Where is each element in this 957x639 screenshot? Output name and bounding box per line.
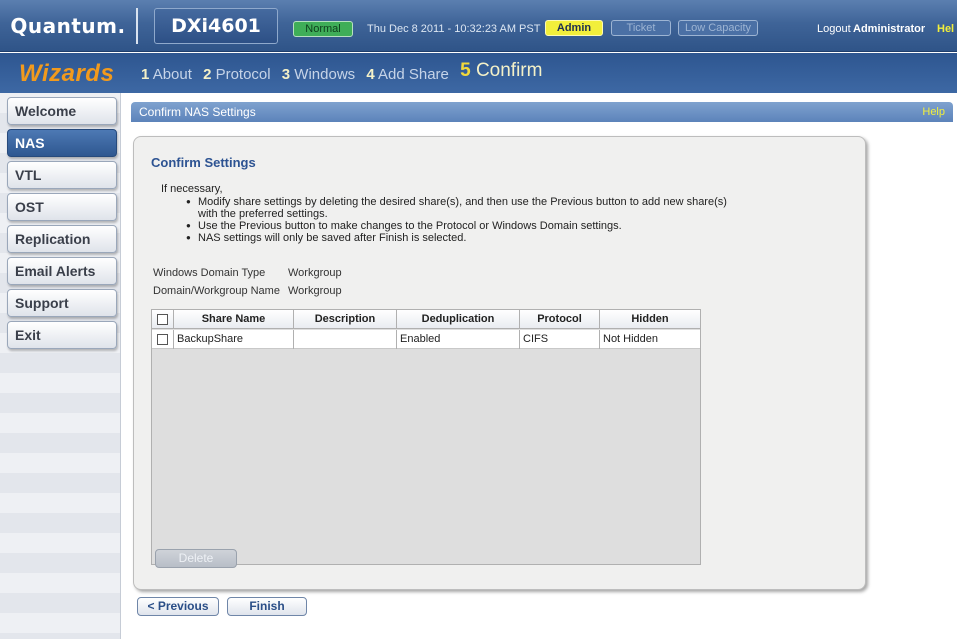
wizard-bar: Wizards 1 About 2 Protocol 3 Windows 4 A…	[0, 53, 957, 93]
cell-hidden: Not Hidden	[603, 333, 659, 345]
domain-name-label: Domain/Workgroup Name	[153, 285, 280, 297]
logout-link[interactable]: Logout	[817, 21, 851, 37]
finish-button[interactable]: Finish	[227, 597, 307, 616]
cell-share-name: BackupShare	[174, 330, 294, 349]
domain-name-row: Domain/Workgroup Name Workgroup	[153, 285, 342, 297]
row-checkbox[interactable]	[157, 334, 168, 345]
low-capacity-badge[interactable]: Low Capacity	[678, 20, 758, 36]
wizard-step-about[interactable]: 1 About	[141, 66, 192, 83]
cell-description	[294, 330, 397, 349]
domain-type-label: Windows Domain Type	[153, 267, 266, 279]
system-datetime: Thu Dec 8 2011 - 10:32:23 AM PST	[367, 23, 541, 35]
column-header-deduplication[interactable]: Deduplication	[397, 310, 520, 329]
column-header-share-name[interactable]: Share Name	[174, 310, 294, 329]
wizard-title: Wizards	[19, 60, 115, 87]
sidebar-item-welcome[interactable]: Welcome	[7, 97, 117, 125]
ticket-badge[interactable]: Ticket	[611, 20, 671, 36]
sidebar-item-email-alerts[interactable]: Email Alerts	[7, 257, 117, 285]
column-header-hidden[interactable]: Hidden	[600, 310, 700, 329]
panel-header: Confirm NAS Settings Help	[131, 102, 953, 122]
sidebar-item-ost[interactable]: OST	[7, 193, 117, 221]
confirm-settings-card: Confirm Settings If necessary, Modify sh…	[133, 136, 866, 590]
model-name: DXi4601	[154, 8, 278, 44]
delete-button[interactable]: Delete	[155, 549, 237, 568]
select-all-checkbox[interactable]	[157, 314, 168, 325]
card-title: Confirm Settings	[151, 155, 256, 170]
sidebar-item-support[interactable]: Support	[7, 289, 117, 317]
sidebar: Welcome NAS VTL OST Replication Email Al…	[0, 93, 121, 639]
domain-type-value: Workgroup	[288, 267, 342, 279]
instruction-item: NAS settings will only be saved after Fi…	[186, 232, 746, 244]
sidebar-item-vtl[interactable]: VTL	[7, 161, 117, 189]
previous-button[interactable]: < Previous	[137, 597, 219, 616]
cell-deduplication: Enabled	[397, 330, 520, 349]
cell-protocol: CIFS	[520, 330, 600, 349]
wizard-steps: 1 About 2 Protocol 3 Windows 4 Add Share…	[141, 60, 549, 85]
instruction-item: Use the Previous button to make changes …	[186, 220, 746, 232]
quantum-logo: Quantum.	[10, 14, 126, 38]
wizard-step-add-share[interactable]: 4 Add Share	[366, 66, 449, 83]
panel-help-link[interactable]: Help	[922, 102, 945, 122]
sidebar-item-nas[interactable]: NAS	[7, 129, 117, 157]
panel-title: Confirm NAS Settings	[139, 105, 256, 119]
help-link[interactable]: Hel	[937, 21, 954, 37]
table-row[interactable]: BackupShare Enabled CIFS Not Hidden	[152, 330, 700, 349]
role-badge[interactable]: Admin	[545, 20, 603, 36]
status-badge[interactable]: Normal	[293, 21, 353, 37]
intro-text: If necessary,	[161, 183, 223, 195]
domain-type-row: Windows Domain Type Workgroup	[153, 267, 342, 279]
sidebar-item-replication[interactable]: Replication	[7, 225, 117, 253]
domain-name-value: Workgroup	[288, 285, 342, 297]
column-header-protocol[interactable]: Protocol	[520, 310, 600, 329]
header-divider	[136, 8, 138, 44]
select-all-cell	[152, 310, 174, 329]
shares-table: Share Name Description Deduplication Pro…	[151, 309, 701, 565]
row-select-cell	[152, 330, 174, 349]
wizard-step-protocol[interactable]: 2 Protocol	[203, 66, 271, 83]
wizard-step-confirm: 5 Confirm	[460, 60, 543, 81]
instruction-list: Modify share settings by deleting the de…	[186, 196, 746, 244]
column-header-description[interactable]: Description	[294, 310, 397, 329]
sidebar-item-exit[interactable]: Exit	[7, 321, 117, 349]
table-header: Share Name Description Deduplication Pro…	[152, 310, 700, 329]
user-name: Administrator	[853, 23, 926, 35]
wizard-step-windows[interactable]: 3 Windows	[282, 66, 355, 83]
top-bar: Quantum. DXi4601 Normal Thu Dec 8 2011 -…	[0, 0, 957, 52]
instruction-item: Modify share settings by deleting the de…	[186, 196, 746, 220]
